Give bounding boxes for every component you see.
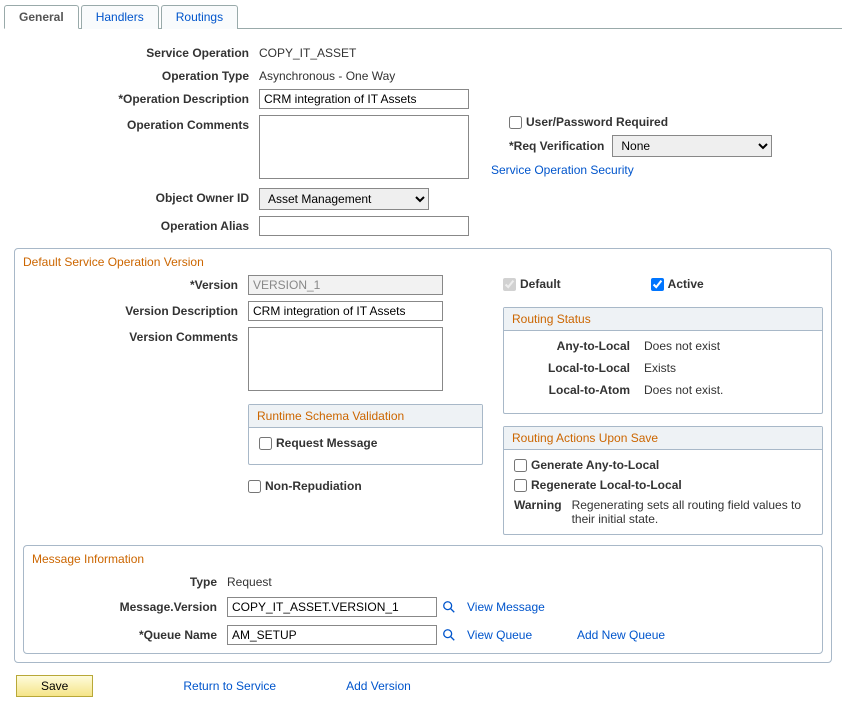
lookup-icon[interactable] — [441, 627, 457, 643]
label-message-version: Message.Version — [32, 597, 227, 617]
label-local-to-local: Local-to-Local — [514, 361, 644, 375]
message-version-input[interactable] — [227, 597, 437, 617]
label-object-owner-id: Object Owner ID — [4, 188, 259, 210]
non-repudiation-checkbox[interactable] — [248, 480, 261, 493]
routing-actions-box: Routing Actions Upon Save Generate Any-t… — [503, 426, 823, 535]
subbox-header-routing-status: Routing Status — [504, 308, 822, 331]
label-non-repudiation: Non-Repudiation — [265, 479, 362, 493]
service-operation-security-link[interactable]: Service Operation Security — [491, 163, 842, 177]
generate-any-to-local-checkbox[interactable] — [514, 459, 527, 472]
label-local-to-atom: Local-to-Atom — [514, 383, 644, 397]
regenerate-local-to-local-checkbox[interactable] — [514, 479, 527, 492]
value-any-to-local: Does not exist — [644, 339, 812, 353]
label-version: *Version — [23, 275, 248, 295]
version-description-input[interactable] — [248, 301, 443, 321]
default-checkbox — [503, 278, 516, 291]
value-local-to-local: Exists — [644, 361, 812, 375]
value-type: Request — [227, 572, 467, 589]
tabs: General Handlers Routings — [4, 4, 842, 29]
operation-comments-input[interactable] — [259, 115, 469, 179]
operation-description-input[interactable] — [259, 89, 469, 109]
active-checkbox[interactable] — [651, 278, 664, 291]
subbox-header-routing-actions: Routing Actions Upon Save — [504, 427, 822, 450]
lookup-icon[interactable] — [441, 599, 457, 615]
tab-general[interactable]: General — [4, 5, 79, 29]
version-comments-input[interactable] — [248, 327, 443, 391]
warning-text: Regenerating sets all routing field valu… — [572, 498, 812, 526]
label-regenerate-local-to-local: Regenerate Local-to-Local — [531, 478, 682, 492]
subbox-header-runtime-schema: Runtime Schema Validation — [249, 405, 482, 428]
label-any-to-local: Any-to-Local — [514, 339, 644, 353]
label-active: Active — [668, 277, 704, 291]
top-form: Service Operation COPY_IT_ASSET Operatio… — [4, 33, 842, 242]
value-local-to-atom: Does not exist. — [644, 383, 812, 397]
return-to-service-link[interactable]: Return to Service — [183, 679, 276, 693]
label-service-operation: Service Operation — [4, 43, 259, 60]
label-operation-comments: Operation Comments — [4, 115, 259, 182]
label-queue-name: *Queue Name — [32, 625, 227, 645]
tab-handlers[interactable]: Handlers — [81, 5, 159, 29]
object-owner-id-select[interactable]: Asset Management — [259, 188, 429, 210]
user-password-required-checkbox[interactable] — [509, 116, 522, 129]
routing-status-box: Routing Status Any-to-Local Does not exi… — [503, 307, 823, 414]
label-operation-description: *Operation Description — [4, 89, 259, 109]
section-default-version: Default Service Operation Version *Versi… — [14, 248, 832, 663]
save-button[interactable]: Save — [16, 675, 93, 697]
label-operation-type: Operation Type — [4, 66, 259, 83]
add-version-link[interactable]: Add Version — [346, 679, 411, 693]
view-message-link[interactable]: View Message — [467, 597, 577, 617]
label-version-comments: Version Comments — [23, 327, 248, 394]
operation-alias-input[interactable] — [259, 216, 469, 236]
label-version-description: Version Description — [23, 301, 248, 321]
label-generate-any-to-local: Generate Any-to-Local — [531, 458, 659, 472]
section-title-message-information: Message Information — [32, 552, 814, 566]
value-operation-type: Asynchronous - One Way — [259, 66, 479, 83]
label-type: Type — [32, 572, 227, 589]
label-request-message: Request Message — [276, 436, 377, 450]
request-message-checkbox[interactable] — [259, 437, 272, 450]
version-input — [248, 275, 443, 295]
label-warning: Warning — [514, 498, 562, 526]
section-title-default-version: Default Service Operation Version — [23, 255, 823, 269]
label-user-password-required: User/Password Required — [526, 115, 668, 129]
label-operation-alias: Operation Alias — [4, 216, 259, 236]
add-new-queue-link[interactable]: Add New Queue — [577, 625, 687, 645]
label-default: Default — [520, 277, 561, 291]
tab-routings[interactable]: Routings — [161, 5, 238, 29]
runtime-schema-validation-box: Runtime Schema Validation Request Messag… — [248, 404, 483, 465]
req-verification-select[interactable]: None — [612, 135, 772, 157]
section-message-information: Message Information Type Request Message… — [23, 545, 823, 654]
value-service-operation: COPY_IT_ASSET — [259, 43, 479, 60]
view-queue-link[interactable]: View Queue — [467, 625, 577, 645]
label-req-verification: *Req Verification — [509, 139, 604, 153]
queue-name-input[interactable] — [227, 625, 437, 645]
